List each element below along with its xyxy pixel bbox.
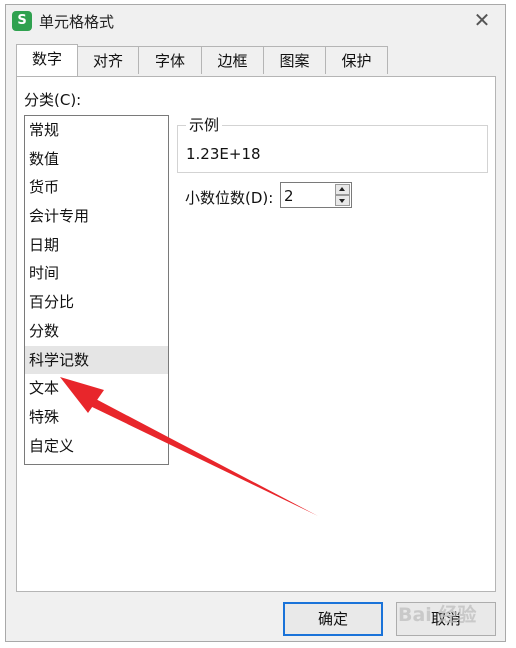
category-item-fraction[interactable]: 分数 [25, 317, 168, 346]
sample-legend: 示例 [186, 114, 223, 135]
category-item-number[interactable]: 数值 [25, 145, 168, 174]
tab-panel-number: 分类(C): 常规 数值 货币 会计专用 日期 时间 百分比 分数 科学记数 文… [16, 76, 496, 592]
decimal-places-input[interactable] [281, 183, 338, 209]
close-icon[interactable]: ✕ [469, 9, 495, 33]
tab-alignment[interactable]: 对齐 [77, 46, 139, 74]
spin-down-icon[interactable] [335, 195, 350, 206]
category-item-time[interactable]: 时间 [25, 259, 168, 288]
category-item-accounting[interactable]: 会计专用 [25, 202, 168, 231]
tab-protection[interactable]: 保护 [325, 46, 388, 74]
category-item-general[interactable]: 常规 [25, 116, 168, 145]
category-item-date[interactable]: 日期 [25, 231, 168, 260]
decimal-places-stepper[interactable] [280, 182, 352, 209]
category-item-currency[interactable]: 货币 [25, 173, 168, 202]
spin-up-icon[interactable] [335, 184, 350, 195]
tab-strip: 数字 对齐 字体 边框 图案 保护 [16, 44, 388, 76]
category-list[interactable]: 常规 数值 货币 会计专用 日期 时间 百分比 分数 科学记数 文本 特殊 自定… [24, 115, 169, 465]
app-logo-icon: S [12, 11, 32, 31]
category-item-text[interactable]: 文本 [25, 374, 168, 403]
tab-border[interactable]: 边框 [201, 46, 264, 74]
format-cells-dialog: S 单元格格式 ✕ 数字 对齐 字体 边框 图案 保护 分类(C): 常规 数值… [5, 4, 506, 642]
sample-group: 示例 1.23E+18 [177, 114, 488, 173]
tab-pattern[interactable]: 图案 [263, 46, 326, 74]
dialog-title: 单元格格式 [39, 13, 115, 31]
ok-button[interactable]: 确定 [283, 602, 383, 636]
decimal-places-label: 小数位数(D): [185, 189, 274, 207]
tab-font[interactable]: 字体 [138, 46, 202, 74]
category-label: 分类(C): [24, 91, 82, 109]
category-item-percentage[interactable]: 百分比 [25, 288, 168, 317]
sample-value: 1.23E+18 [186, 145, 261, 163]
cancel-button[interactable]: 取消 [396, 602, 496, 636]
category-item-scientific[interactable]: 科学记数 [25, 345, 168, 375]
category-item-custom[interactable]: 自定义 [25, 432, 168, 461]
title-bar: S 单元格格式 ✕ [6, 5, 505, 37]
tab-number[interactable]: 数字 [16, 44, 78, 76]
category-item-special[interactable]: 特殊 [25, 403, 168, 432]
